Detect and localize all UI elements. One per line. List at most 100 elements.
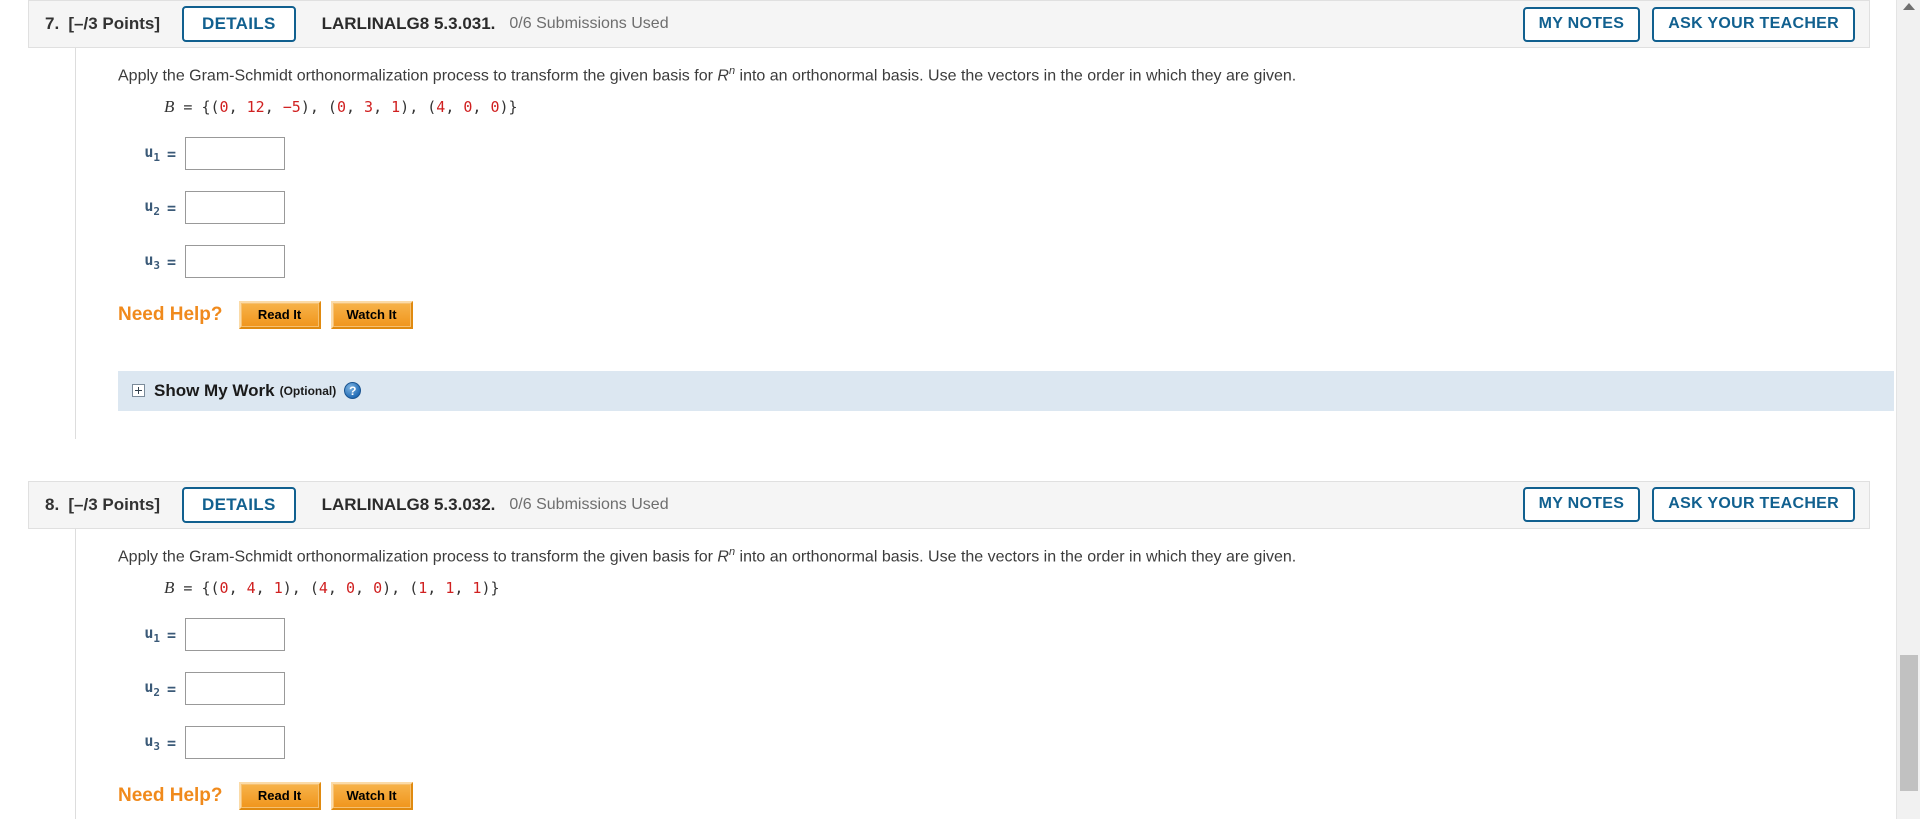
answer-label-u1: u1	[144, 143, 160, 165]
basis-number: 0	[345, 578, 356, 597]
show-my-work-wrap: Show My Work (Optional)?	[76, 370, 1894, 411]
submissions-used: 0/6 Submissions Used	[509, 15, 669, 32]
basis-number: 12	[246, 97, 265, 116]
need-help-row: Need Help? Read It Watch It	[118, 300, 1870, 329]
answer-label-u3: u3	[144, 732, 160, 754]
answer-label-u2: u2	[144, 197, 160, 219]
show-my-work-optional: (Optional)	[279, 383, 337, 398]
answer-row: u3 =	[118, 239, 1870, 285]
details-button[interactable]: DETAILS	[182, 486, 296, 523]
vertical-scrollbar[interactable]	[1896, 0, 1920, 819]
prompt-exponent: n	[728, 65, 736, 77]
basis-expression: B = {(0, 12, −5), (0, 3, 1), (4, 0, 0)}	[164, 96, 518, 116]
question-body-inner: Apply the Gram-Schmidt orthonormalizatio…	[76, 48, 1870, 329]
basis-number: 1	[391, 97, 401, 116]
body-bottom-padding	[76, 411, 1870, 439]
question-number: 8.	[45, 494, 60, 514]
answer-row: u2 =	[118, 666, 1870, 712]
show-my-work-title: Show My Work	[154, 380, 275, 400]
basis-number: 4	[246, 578, 256, 597]
basis-number: 1	[418, 578, 428, 597]
question-body: Apply the Gram-Schmidt orthonormalizatio…	[75, 528, 1870, 819]
question-block: 7. [–/3 Points] DETAILS LARLINALG8 5.3.031.…	[28, 0, 1894, 439]
question-code: LARLINALG8 5.3.031.	[321, 14, 496, 33]
basis-expression: B = {(0, 4, 1), (4, 0, 0), (1, 1, 1)}	[164, 577, 500, 597]
basis-number: 0	[463, 97, 473, 116]
equals-sign: =	[167, 625, 177, 644]
scroll-up-arrow-icon[interactable]	[1902, 3, 1915, 10]
answer-label-subscript: 2	[153, 205, 160, 219]
submissions-used: 0/6 Submissions Used	[509, 495, 669, 513]
equals-sign: =	[167, 679, 177, 698]
basis-label: B	[164, 577, 175, 597]
question-prompt: Apply the Gram-Schmidt orthonormalizatio…	[118, 65, 1297, 85]
question-header: 7. [–/3 Points] DETAILS LARLINALG8 5.3.031.…	[28, 0, 1870, 48]
need-help-label: Need Help?	[118, 303, 223, 325]
basis-number: 1	[273, 578, 283, 597]
basis-number: 1	[445, 578, 455, 597]
equals-sign: =	[167, 198, 177, 217]
answer-label-subscript: 2	[153, 686, 160, 700]
help-question-icon[interactable]: ?	[344, 382, 362, 400]
answer-label-u2: u2	[144, 678, 160, 700]
answer-label-u3: u3	[144, 251, 160, 273]
watch-it-button[interactable]: Watch It	[330, 781, 413, 810]
equals-sign: =	[167, 252, 177, 271]
basis-number: 0	[219, 97, 229, 116]
basis-label: B	[164, 96, 175, 116]
basis-number: 3	[364, 97, 374, 116]
basis-number: 1	[472, 578, 482, 597]
answer-label-subscript: 1	[153, 151, 160, 165]
my-notes-button[interactable]: MY NOTES	[1522, 6, 1641, 42]
need-help-label: Need Help?	[118, 784, 223, 806]
question-body-inner: Apply the Gram-Schmidt orthonormalizatio…	[76, 529, 1870, 810]
answer-row: u2 =	[118, 185, 1870, 231]
question-code: LARLINALG8 5.3.032.	[321, 494, 496, 514]
answer-row: u1 =	[118, 612, 1870, 658]
questions-container: 7. [–/3 Points] DETAILS LARLINALG8 5.3.031.…	[0, 0, 1896, 819]
read-it-button[interactable]: Read It	[238, 781, 321, 810]
body-bottom-padding	[76, 810, 1870, 819]
need-help-row: Need Help? Read It Watch It	[118, 781, 1870, 810]
basis-number: 4	[318, 578, 328, 597]
ask-your-teacher-button[interactable]: ASK YOUR TEACHER	[1652, 487, 1855, 523]
equals-sign: =	[167, 733, 177, 752]
answer-input-u1[interactable]	[185, 618, 286, 652]
answer-input-u2[interactable]	[185, 191, 286, 225]
answer-label-subscript: 1	[153, 632, 160, 646]
basis-number: 0	[373, 578, 383, 597]
question-number: 7.	[45, 14, 60, 33]
basis-number: 0	[219, 578, 229, 597]
basis-number: 0	[336, 97, 346, 116]
basis-number: 4	[436, 97, 446, 116]
equals-sign: =	[167, 144, 177, 163]
assignment-page: 7. [–/3 Points] DETAILS LARLINALG8 5.3.031.…	[0, 0, 1920, 819]
basis-number: −5	[282, 97, 301, 116]
question-prompt: Apply the Gram-Schmidt orthonormalizatio…	[118, 545, 1297, 566]
basis-number: 0	[490, 97, 500, 116]
read-it-button[interactable]: Read It	[238, 300, 321, 329]
question-header: 8. [–/3 Points] DETAILS LARLINALG8 5.3.032.…	[28, 480, 1870, 529]
answer-label-u1: u1	[144, 624, 160, 646]
answer-row: u1 =	[118, 131, 1870, 177]
answer-input-u3[interactable]	[185, 245, 286, 279]
answer-input-u1[interactable]	[185, 137, 286, 171]
question-points: [–/3 Points]	[68, 494, 161, 514]
answer-input-u3[interactable]	[185, 726, 286, 760]
scrollbar-thumb[interactable]	[1900, 655, 1918, 791]
ask-your-teacher-button[interactable]: ASK YOUR TEACHER	[1652, 6, 1855, 42]
details-button[interactable]: DETAILS	[182, 6, 296, 42]
show-my-work-bar[interactable]: Show My Work (Optional)?	[118, 370, 1894, 411]
expand-plus-icon[interactable]	[132, 384, 145, 398]
prompt-variable: R	[717, 67, 729, 85]
question-block: 8. [–/3 Points] DETAILS LARLINALG8 5.3.032.…	[28, 480, 1870, 819]
prompt-variable: R	[717, 548, 729, 566]
answer-row: u3 =	[118, 720, 1870, 766]
my-notes-button[interactable]: MY NOTES	[1522, 487, 1641, 523]
prompt-exponent: n	[728, 545, 736, 558]
question-points: [–/3 Points]	[68, 14, 161, 33]
watch-it-button[interactable]: Watch It	[330, 300, 413, 329]
answer-input-u2[interactable]	[185, 672, 286, 706]
answer-label-subscript: 3	[153, 740, 160, 754]
question-gap	[0, 438, 1896, 481]
